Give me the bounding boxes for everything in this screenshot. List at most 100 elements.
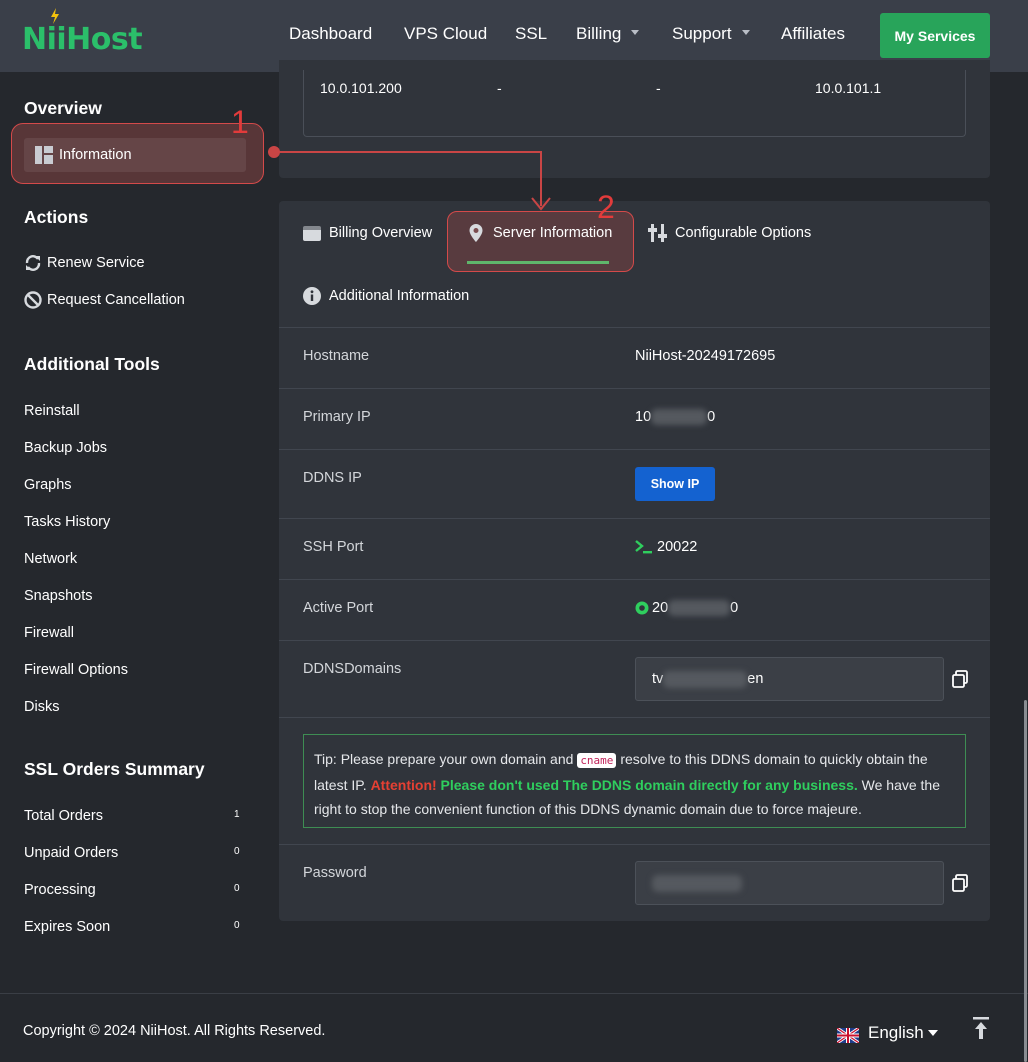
password-field[interactable]	[635, 861, 944, 905]
nav-support-label: Support	[672, 24, 732, 43]
sidebar-item-graphs[interactable]: Graphs	[24, 477, 72, 493]
scroll-to-top-icon[interactable]	[971, 1016, 991, 1040]
copy-icon[interactable]	[951, 874, 969, 892]
ip-col2-cell: -	[497, 80, 502, 96]
active-port-visible-end: 0	[730, 600, 739, 616]
logo-text: NiiHost	[22, 22, 143, 57]
divider	[279, 388, 990, 389]
hostname-value: NiiHost-20249172695	[635, 348, 776, 364]
nav-support[interactable]: Support	[672, 24, 750, 44]
sidebar-item-backup-jobs[interactable]: Backup Jobs	[24, 440, 107, 456]
divider	[279, 579, 990, 580]
show-ip-button[interactable]: Show IP	[635, 467, 715, 501]
overview-heading: Overview	[24, 98, 102, 118]
ddns-domain-visible-end: en	[747, 671, 764, 687]
cname-code: cname	[577, 753, 617, 768]
nav-affiliates[interactable]: Affiliates	[781, 24, 845, 44]
sidebar-item-label: Information	[59, 147, 132, 163]
tab-label: Configurable Options	[675, 225, 812, 241]
ddns-ip-label: DDNS IP	[303, 470, 362, 486]
tab-label: Additional Information	[329, 288, 470, 304]
copyright-text: Copyright © 2024 NiiHost. All Rights Res…	[23, 1023, 326, 1039]
wallet-icon	[303, 226, 321, 241]
divider	[279, 327, 990, 328]
renew-service-link[interactable]: Renew Service	[24, 254, 145, 272]
nav-ssl[interactable]: SSL	[515, 24, 547, 44]
divider	[279, 518, 990, 519]
sidebar-item-information[interactable]: Information	[24, 138, 246, 172]
nav-vps-cloud[interactable]: VPS Cloud	[404, 24, 487, 44]
tab-additional-information[interactable]: Additional Information	[303, 287, 469, 305]
sidebar-item-tasks-history[interactable]: Tasks History	[24, 514, 110, 530]
active-port-visible-start: 20	[652, 600, 669, 616]
nav-billing[interactable]: Billing	[576, 24, 640, 44]
sidebar-item-network[interactable]: Network	[24, 551, 77, 567]
sidebar-item-reinstall[interactable]: Reinstall	[24, 403, 80, 419]
tab-configurable-options[interactable]: Configurable Options	[648, 224, 811, 242]
redacted-blur	[652, 874, 742, 892]
tab-billing-overview[interactable]: Billing Overview	[303, 224, 432, 242]
primary-ip-visible-start: 10	[635, 409, 652, 425]
ip-address-cell: 10.0.101.200	[320, 80, 402, 96]
my-services-button[interactable]: My Services	[880, 13, 990, 58]
annotation-number-1: 1	[231, 104, 249, 140]
primary-ip-value: 10 0	[635, 409, 716, 426]
sidebar-item-firewall-options[interactable]: Firewall Options	[24, 662, 128, 678]
refresh-icon	[25, 255, 41, 271]
ssl-total-orders-link[interactable]: Total Orders	[24, 808, 103, 824]
ssl-expires-soon-link[interactable]: Expires Soon	[24, 919, 110, 935]
scrollbar-thumb[interactable]	[1024, 700, 1027, 1062]
active-port-label: Active Port	[303, 600, 374, 616]
nav-dashboard[interactable]: Dashboard	[289, 24, 372, 44]
sidebar-item-snapshots[interactable]: Snapshots	[24, 588, 93, 604]
caret-down-icon	[927, 1029, 938, 1036]
nav-billing-label: Billing	[576, 24, 622, 43]
primary-ip-label: Primary IP	[303, 409, 371, 425]
redacted-blur	[663, 670, 748, 688]
ssl-unpaid-orders-link[interactable]: Unpaid Orders	[24, 845, 118, 861]
chevron-down-icon	[741, 30, 750, 36]
hostname-label: Hostname	[303, 348, 370, 364]
annotation-number-2: 2	[597, 189, 615, 225]
gateway-cell: 10.0.101.1	[815, 80, 882, 96]
copy-icon[interactable]	[951, 670, 969, 688]
actions-heading: Actions	[24, 207, 89, 227]
divider	[279, 717, 990, 718]
ssl-processing-count: 0	[234, 883, 240, 894]
request-cancellation-label: Request Cancellation	[47, 292, 185, 308]
ban-icon	[24, 291, 42, 309]
tab-server-information[interactable]: Server Information	[467, 224, 612, 242]
ssh-port-value: 20022	[635, 539, 697, 555]
ssh-port-label: SSH Port	[303, 539, 364, 555]
primary-ip-visible-end: 0	[707, 409, 716, 425]
ssh-port-text: 20022	[657, 539, 698, 555]
ddns-domains-label: DDNSDomains	[303, 661, 402, 677]
info-circle-icon	[303, 287, 321, 305]
logo[interactable]: NiiHost	[22, 8, 143, 57]
request-cancellation-link[interactable]: Request Cancellation	[24, 291, 185, 309]
sliders-icon	[648, 224, 667, 242]
language-selector[interactable]: English	[837, 1022, 938, 1043]
status-dot-icon	[635, 601, 649, 615]
dashboard-icon	[35, 146, 53, 164]
ssl-expires-soon-count: 0	[234, 920, 240, 931]
tab-label: Billing Overview	[329, 225, 433, 241]
tab-label: Server Information	[493, 225, 613, 241]
map-pin-icon	[469, 224, 483, 242]
redacted-blur	[651, 409, 708, 426]
active-port-value: 20 0	[635, 600, 738, 616]
divider	[279, 844, 990, 845]
ssl-processing-link[interactable]: Processing	[24, 882, 96, 898]
ip-col3-cell: -	[656, 80, 661, 96]
ddns-domain-field[interactable]: tv en	[635, 657, 944, 701]
active-tab-indicator	[467, 261, 609, 264]
sidebar-item-firewall[interactable]: Firewall	[24, 625, 74, 641]
uk-flag-icon	[837, 1028, 859, 1043]
ssl-unpaid-orders-count: 0	[234, 846, 240, 857]
redacted-blur	[668, 600, 731, 616]
chevron-down-icon	[631, 30, 640, 36]
ssl-total-orders-count: 1	[234, 809, 240, 820]
sidebar-item-disks[interactable]: Disks	[24, 699, 59, 715]
terminal-icon	[635, 540, 652, 554]
language-label: English	[868, 1022, 924, 1042]
